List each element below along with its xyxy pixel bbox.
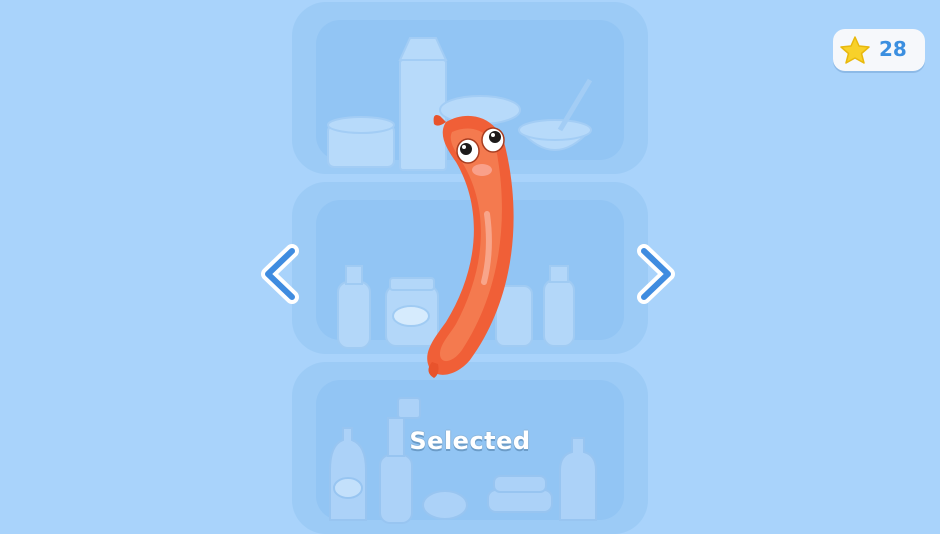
previous-button[interactable] <box>258 243 304 309</box>
star-count: 28 <box>879 37 907 61</box>
star-counter: 28 <box>833 29 925 71</box>
star-icon <box>840 36 870 64</box>
selected-label: Selected <box>409 427 531 455</box>
chevron-left-icon <box>261 244 299 304</box>
chevron-right-icon <box>637 244 675 304</box>
game-scene: 28 Selected <box>0 0 940 534</box>
next-button[interactable] <box>632 243 678 309</box>
